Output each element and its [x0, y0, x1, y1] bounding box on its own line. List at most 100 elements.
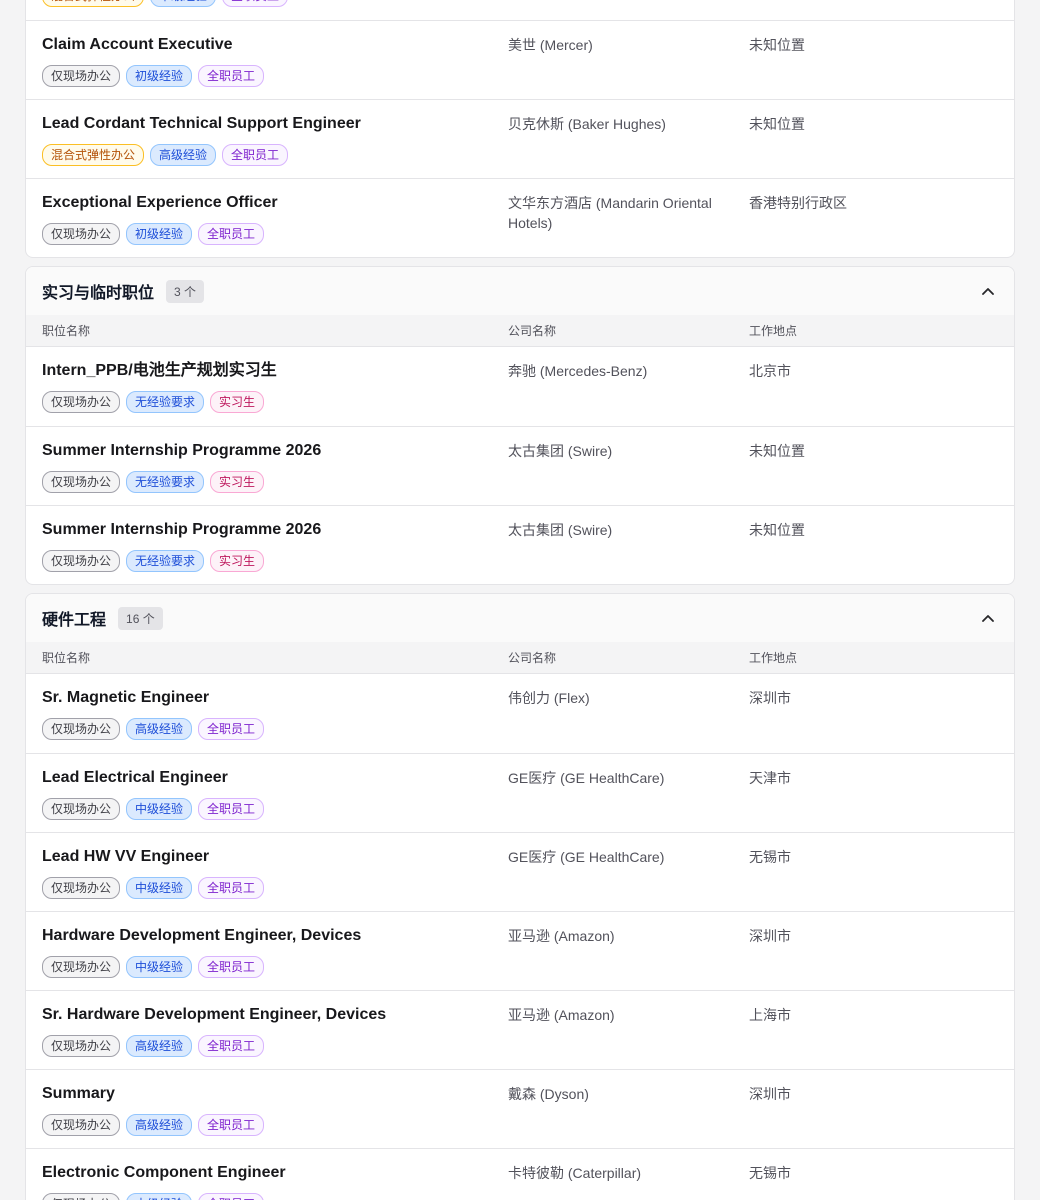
tag-level: 中级经验 — [126, 798, 193, 820]
job-row[interactable]: Lead Cordant Technical Support Engineer 混… — [26, 99, 1014, 178]
tag-onsite: 仅现场办公 — [42, 1193, 121, 1200]
job-title-link[interactable]: Intern_PPB/电池生产规划实习生 — [42, 361, 508, 381]
tag-level: 中级经验 — [126, 1193, 193, 1200]
job-location: 未知位置 — [749, 443, 805, 459]
job-location: 未知位置 — [749, 522, 805, 538]
company-name: 亚马逊 (Amazon) — [508, 928, 615, 944]
tag-onsite: 仅现场办公 — [42, 223, 121, 245]
tag-onsite: 仅现场办公 — [42, 877, 121, 899]
tag-intern: 实习生 — [210, 471, 265, 493]
job-tags: 仅现场办公 初级经验 全职员工 — [42, 65, 508, 87]
job-row[interactable]: Summer Internship Programme 2026 仅现场办公 无经验… — [26, 426, 1014, 505]
viewport: Employer Brand & Social Media Strategist… — [0, 0, 1040, 1200]
job-section-intern: 实习与临时职位 3 个职位名称 公司名称 工作地点 Intern_PPB/电池生产规划实… — [25, 266, 1015, 585]
job-row[interactable]: Sr. Hardware Development Engineer, Devic… — [26, 990, 1014, 1069]
job-tags: 仅现场办公中级经验全职员工 — [42, 877, 508, 899]
tag-onsite: 仅现场办公 — [42, 798, 121, 820]
job-title-link[interactable]: Summer Internship Programme 2026 — [42, 520, 508, 540]
tag-level: 中级经验 — [126, 956, 193, 978]
company-name: 亚马逊 (Amazon) — [508, 1007, 615, 1023]
collapse-button[interactable] — [978, 608, 998, 628]
company-name: 文华东方酒店 (Mandarin Oriental Hotels) — [508, 195, 712, 231]
job-info-cell: Hardware Development Engineer, Devices 仅现… — [26, 926, 508, 978]
tag-level: 初级经验 — [126, 65, 193, 87]
tag-level: 无经验要求 — [126, 550, 205, 572]
job-info-cell: Summer Internship Programme 2026 仅现场办公 无经验… — [26, 520, 508, 572]
company-name: 太古集团 (Swire) — [508, 522, 613, 538]
job-title-link[interactable]: Electronic Component Engineer — [42, 1163, 508, 1183]
tag-full: 全职员工 — [222, 144, 289, 166]
job-location: 天津市 — [749, 770, 791, 786]
job-title-link[interactable]: Summary — [42, 1084, 508, 1104]
job-location: 香港特别行政区 — [749, 195, 847, 211]
job-location: 上海市 — [749, 1007, 791, 1023]
job-row[interactable]: Sr. Magnetic Engineer 仅现场办公 高级经验 全职员工 伟创力 (F… — [26, 674, 1014, 753]
section-title: 硬件工程 — [42, 612, 107, 629]
job-info-cell: Summary 仅现场办公 高级经验 全职员工 — [26, 1084, 508, 1136]
job-info-cell: Sr. Hardware Development Engineer, Devic… — [26, 1005, 508, 1057]
tag-onsite: 仅现场办公 — [42, 391, 121, 413]
job-title-link[interactable]: Hardware Development Engineer, Devices — [42, 926, 508, 946]
job-row[interactable]: Lead HW VV Engineer 仅现场办公 中级经验 全职员工 GE医疗 (GE… — [26, 832, 1014, 911]
job-row[interactable]: Summer Internship Programme 2026 仅现场办公 无经验… — [26, 505, 1014, 584]
section-title: 实习与临时职位 — [42, 285, 155, 302]
job-tags: 仅现场办公 高级经验 全职员工 — [42, 718, 508, 740]
tag-hybrid: 混合式弹性办公 — [42, 144, 145, 166]
tag-full: 全职员工 — [198, 65, 265, 87]
company-name: 太古集团 (Swire) — [508, 443, 613, 459]
company-name: 伟创力 (Flex) — [508, 690, 590, 706]
job-title-link[interactable]: Claim Account Executive — [42, 35, 508, 55]
column-header-company: 公司名称 — [508, 651, 557, 665]
job-title-link[interactable]: Sr. Hardware Development Engineer, Devic… — [42, 1005, 508, 1025]
job-row[interactable]: Lead Electrical Engineer 仅现场办公 中级经验 全职员工 GE医… — [26, 753, 1014, 832]
tag-level: 无经验要求 — [126, 471, 205, 493]
chevron-up-icon — [982, 609, 994, 627]
job-info-cell: Employer Brand & Social Media Strategist… — [26, 0, 508, 7]
tag-hybrid: 混合式弹性办公 — [42, 0, 145, 7]
job-row[interactable]: Intern_PPB/电池生产规划实习生 仅现场办公 无经验要求 实习生 奔驰 (Mer… — [26, 347, 1014, 426]
job-location: 深圳市 — [749, 690, 791, 706]
column-header-title: 职位名称 — [42, 651, 91, 665]
tag-full: 全职员工 — [198, 1114, 265, 1136]
tag-onsite: 仅现场办公 — [42, 956, 121, 978]
job-section-prev: Employer Brand & Social Media Strategist… — [25, 0, 1015, 258]
tag-onsite: 仅现场办公 — [42, 1114, 121, 1136]
job-list-page: Employer Brand & Social Media Strategist… — [25, 0, 1015, 1200]
job-tags: 仅现场办公 无经验要求 实习生 — [42, 550, 508, 572]
job-row[interactable]: Exceptional Experience Officer 仅现场办公 初级经验全… — [26, 178, 1014, 257]
collapse-button[interactable] — [978, 281, 998, 301]
job-location: 深圳市 — [749, 1086, 791, 1102]
job-title-link[interactable]: Exceptional Experience Officer — [42, 193, 508, 213]
section-count-badge: 3 个 — [166, 279, 205, 303]
tag-onsite: 仅现场办公 — [42, 718, 121, 740]
job-location: 未知位置 — [749, 37, 805, 53]
job-title-link[interactable]: Sr. Magnetic Engineer — [42, 688, 508, 708]
job-title-link[interactable]: Lead Cordant Technical Support Engineer — [42, 114, 508, 134]
job-row[interactable]: Employer Brand & Social Media Strategist… — [26, 0, 1014, 20]
job-info-cell: Summer Internship Programme 2026 仅现场办公 无经验… — [26, 441, 508, 493]
job-title-link[interactable]: Summer Internship Programme 2026 — [42, 441, 508, 461]
company-name: GE医疗 (GE HealthCare) — [508, 770, 665, 786]
column-header-company: 公司名称 — [508, 324, 557, 338]
company-name: 美世 (Mercer) — [508, 37, 593, 53]
job-info-cell: Lead HW VV Engineer 仅现场办公 中级经验 全职员工 — [26, 847, 508, 899]
tag-onsite: 仅现场办公 — [42, 550, 121, 572]
job-row[interactable]: Summary 仅现场办公 高级经验 全职员工 戴森 (Dyson) 深圳市 — [26, 1069, 1014, 1148]
section-header[interactable]: 实习与临时职位 3 个 — [26, 267, 1014, 315]
job-row[interactable]: Claim Account Executive 仅现场办公 初级经验 全职员工 美世 (… — [26, 20, 1014, 99]
job-row[interactable]: Hardware Development Engineer, Devices 仅现… — [26, 911, 1014, 990]
tag-full: 全职员工 — [198, 956, 265, 978]
chevron-up-icon — [982, 282, 994, 300]
job-tags: 仅现场办公 无经验要求 实习生 — [42, 391, 508, 413]
tag-level: 中级经验 — [126, 877, 193, 899]
section-header[interactable]: 硬件工程 16 个 — [26, 594, 1014, 642]
job-title-link[interactable]: Lead HW VV Engineer — [42, 847, 508, 867]
job-info-cell: Lead Cordant Technical Support Engineer 混… — [26, 114, 508, 166]
job-info-cell: Lead Electrical Engineer 仅现场办公 中级经验 全职员工 — [26, 768, 508, 820]
section-count-badge: 16 个 — [118, 606, 163, 630]
job-title-link[interactable]: Lead Electrical Engineer — [42, 768, 508, 788]
job-row[interactable]: Electronic Component Engineer 仅现场办公中级经验全职… — [26, 1148, 1014, 1200]
tag-onsite: 仅现场办公 — [42, 65, 121, 87]
tag-full: 全职员工 — [198, 1035, 265, 1057]
job-info-cell: Exceptional Experience Officer 仅现场办公 初级经验全… — [26, 193, 508, 245]
